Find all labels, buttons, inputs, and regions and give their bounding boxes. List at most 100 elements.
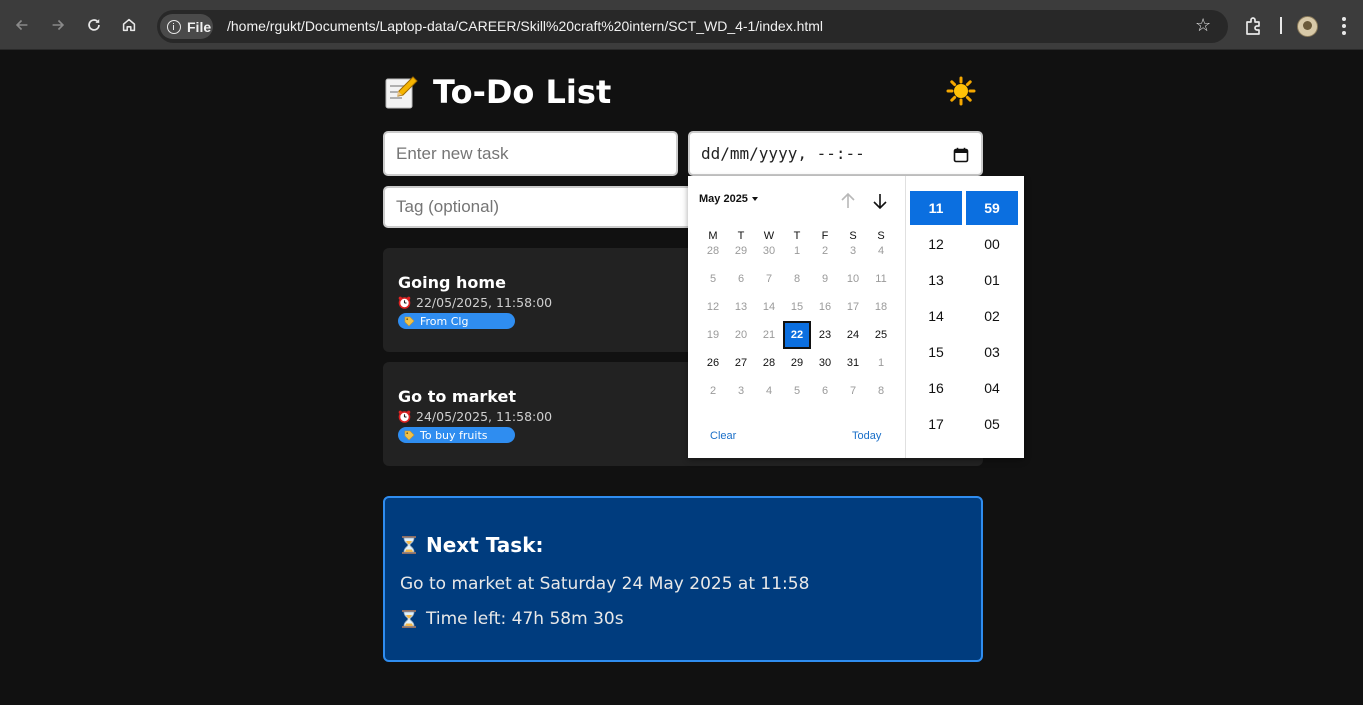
calendar-day[interactable]: 14 — [755, 293, 783, 321]
calendar-day[interactable]: 17 — [839, 293, 867, 321]
datetime-input[interactable]: dd/mm/yyyy, --:-- — [688, 131, 983, 176]
task-tag-text: From Clg — [420, 314, 469, 328]
calendar-day[interactable]: 12 — [699, 293, 727, 321]
hour-option[interactable]: 11 — [910, 191, 962, 225]
next-task-heading-text: Next Task: — [426, 533, 544, 557]
arrow-down-icon[interactable] — [871, 191, 889, 211]
task-input[interactable] — [383, 131, 678, 176]
memo-icon — [383, 74, 419, 110]
url-text[interactable]: /home/rgukt/Documents/Laptop-data/CAREER… — [227, 18, 823, 34]
forward-icon[interactable] — [46, 13, 70, 37]
next-task-description: Go to market at Saturday 24 May 2025 at … — [400, 574, 810, 594]
calendar-day[interactable]: 16 — [811, 293, 839, 321]
calendar-day[interactable]: 11 — [867, 265, 895, 293]
extensions-icon[interactable] — [1243, 15, 1265, 37]
tag-input[interactable] — [383, 186, 703, 228]
next-task-panel: Next Task: Go to market at Saturday 24 M… — [383, 496, 983, 662]
calendar-day[interactable]: 5 — [783, 377, 811, 405]
calendar-day[interactable]: 4 — [755, 377, 783, 405]
minute-option[interactable]: 02 — [966, 299, 1018, 333]
calendar-day[interactable]: 2 — [699, 377, 727, 405]
calendar-day[interactable]: 27 — [727, 349, 755, 377]
calendar-day[interactable]: 9 — [811, 265, 839, 293]
calendar-day-selected[interactable]: 22 — [783, 321, 811, 349]
calendar-day[interactable]: 29 — [727, 237, 755, 265]
calendar-day[interactable]: 7 — [755, 265, 783, 293]
back-icon[interactable] — [10, 13, 34, 37]
time-left: Time left: 47h 58m 30s — [400, 609, 624, 629]
calendar-day[interactable]: 10 — [839, 265, 867, 293]
task-datetime-text: 24/05/2025, 11:58:00 — [416, 409, 553, 424]
calendar-day[interactable]: 30 — [811, 349, 839, 377]
alarm-clock-icon — [398, 410, 411, 423]
minute-option[interactable]: 59 — [966, 191, 1018, 225]
calendar-day[interactable]: 1 — [867, 349, 895, 377]
home-icon[interactable] — [117, 13, 141, 37]
profile-avatar[interactable] — [1297, 16, 1318, 37]
hour-option[interactable]: 17 — [910, 407, 962, 441]
calendar-day[interactable]: 24 — [839, 321, 867, 349]
task-tag-text: To buy fruits — [420, 428, 488, 442]
calendar-day[interactable]: 20 — [727, 321, 755, 349]
calendar-day[interactable]: 7 — [839, 377, 867, 405]
calendar-day[interactable]: 4 — [867, 237, 895, 265]
browser-toolbar: File /home/rgukt/Documents/Laptop-data/C… — [0, 0, 1363, 50]
month-year-selector[interactable]: May 2025 — [699, 193, 758, 205]
hour-option[interactable]: 14 — [910, 299, 962, 333]
menu-icon[interactable] — [1336, 15, 1352, 37]
clear-button[interactable]: Clear — [710, 430, 736, 442]
page-title-text: To-Do List — [433, 73, 612, 111]
today-button[interactable]: Today — [852, 430, 881, 442]
hour-option[interactable]: 13 — [910, 263, 962, 297]
calendar-day[interactable]: 25 — [867, 321, 895, 349]
calendar-day[interactable]: 30 — [755, 237, 783, 265]
calendar-day[interactable]: 6 — [727, 265, 755, 293]
next-task-heading: Next Task: — [400, 533, 544, 557]
calendar-day[interactable]: 28 — [699, 237, 727, 265]
datetime-picker: May 2025 MTWTFSS 28 29 30 1 2 3 4 5 6 7 8 9 10 11 12 13… — [688, 176, 1024, 458]
minute-option[interactable]: 01 — [966, 263, 1018, 297]
calendar-day[interactable]: 8 — [867, 377, 895, 405]
calendar-day[interactable]: 5 — [699, 265, 727, 293]
time-left-text: Time left: 47h 58m 30s — [426, 609, 624, 629]
datetime-placeholder: dd/mm/yyyy, --:-- — [701, 144, 865, 163]
page-title: To-Do List — [383, 72, 611, 112]
hourglass-icon — [400, 609, 418, 629]
calendar-day[interactable]: 23 — [811, 321, 839, 349]
calendar-day[interactable]: 2 — [811, 237, 839, 265]
task-title: Go to market — [398, 387, 516, 406]
star-icon[interactable]: ☆ — [1195, 16, 1211, 36]
calendar-day[interactable]: 21 — [755, 321, 783, 349]
calendar-day[interactable]: 13 — [727, 293, 755, 321]
calendar-day[interactable]: 3 — [727, 377, 755, 405]
hour-option[interactable]: 12 — [910, 227, 962, 261]
site-info-chip[interactable]: File — [160, 14, 213, 39]
caret-down-icon — [751, 197, 758, 201]
reload-icon[interactable] — [82, 13, 106, 37]
calendar-day[interactable]: 3 — [839, 237, 867, 265]
minute-option[interactable]: 00 — [966, 227, 1018, 261]
calendar-day[interactable]: 26 — [699, 349, 727, 377]
calendar-day[interactable]: 29 — [783, 349, 811, 377]
minute-option[interactable]: 05 — [966, 407, 1018, 441]
calendar-day[interactable]: 1 — [783, 237, 811, 265]
address-bar[interactable]: File /home/rgukt/Documents/Laptop-data/C… — [157, 10, 1228, 43]
calendar-day[interactable]: 31 — [839, 349, 867, 377]
calendar-day[interactable]: 8 — [783, 265, 811, 293]
minute-option[interactable]: 03 — [966, 335, 1018, 369]
task-datetime: 24/05/2025, 11:58:00 — [398, 409, 552, 424]
calendar-day[interactable]: 28 — [755, 349, 783, 377]
task-datetime-text: 22/05/2025, 11:58:00 — [416, 295, 553, 310]
hour-option[interactable]: 15 — [910, 335, 962, 369]
calendar-day[interactable]: 18 — [867, 293, 895, 321]
picker-divider — [905, 176, 906, 458]
calendar-day[interactable]: 19 — [699, 321, 727, 349]
sun-icon[interactable] — [946, 76, 976, 106]
calendar-day[interactable]: 6 — [811, 377, 839, 405]
arrow-up-icon[interactable] — [839, 191, 857, 211]
calendar-icon[interactable] — [953, 147, 969, 163]
label-icon — [404, 316, 415, 327]
hour-option[interactable]: 16 — [910, 371, 962, 405]
calendar-day[interactable]: 15 — [783, 293, 811, 321]
minute-option[interactable]: 04 — [966, 371, 1018, 405]
